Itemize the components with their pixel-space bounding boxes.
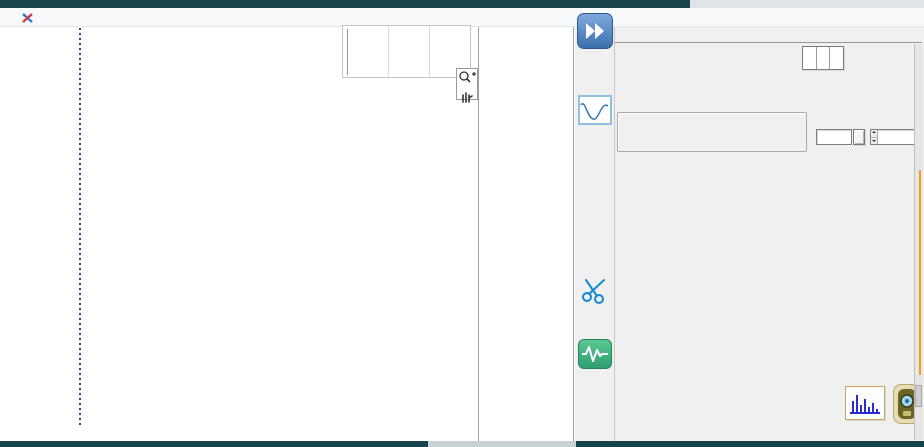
progress-cells [802,46,844,70]
maximize-button[interactable] [874,8,900,26]
histogram-view-button[interactable] [845,386,885,420]
scissors-icon[interactable] [580,274,610,304]
single-clear-button[interactable] [853,129,865,145]
pan-hand-icon[interactable] [457,89,477,104]
measurement-info-panel [478,27,574,441]
app-logo-icon [22,12,34,24]
background-window-strip-dark [0,0,690,8]
wave-icon [579,340,611,368]
sine-thumbnail-icon [580,97,610,123]
waveform-plot[interactable] [78,28,475,432]
scroll-highlight [919,170,921,375]
minimize-button[interactable] [846,8,872,26]
tab-divider [615,42,922,43]
middle-toolbar [575,27,615,441]
fast-forward-icon [578,14,612,48]
single-clear-field[interactable] [816,129,852,145]
histogram-icon [846,387,884,419]
trigger-groupbox [617,112,807,152]
run-fast-forward-button[interactable] [577,13,613,49]
status-waveform-thumbnail [578,95,612,125]
close-button[interactable] [902,8,924,26]
waveform-view-button[interactable] [578,339,612,369]
horizontal-scrollbar-track[interactable] [428,441,576,447]
legend-tree-line [347,29,348,75]
zoom-in-icon[interactable] [457,69,477,84]
cursor-legend-table [342,25,471,78]
axis-minor-ticks [79,28,81,426]
right-scrollbar-thumb[interactable] [915,385,922,407]
app-window [0,0,924,447]
legend-col-divider [429,26,430,78]
spinner-control[interactable] [871,130,878,144]
plot-tools-box [456,68,478,100]
legend-col-divider [388,26,389,78]
single-clear-value [817,130,851,144]
